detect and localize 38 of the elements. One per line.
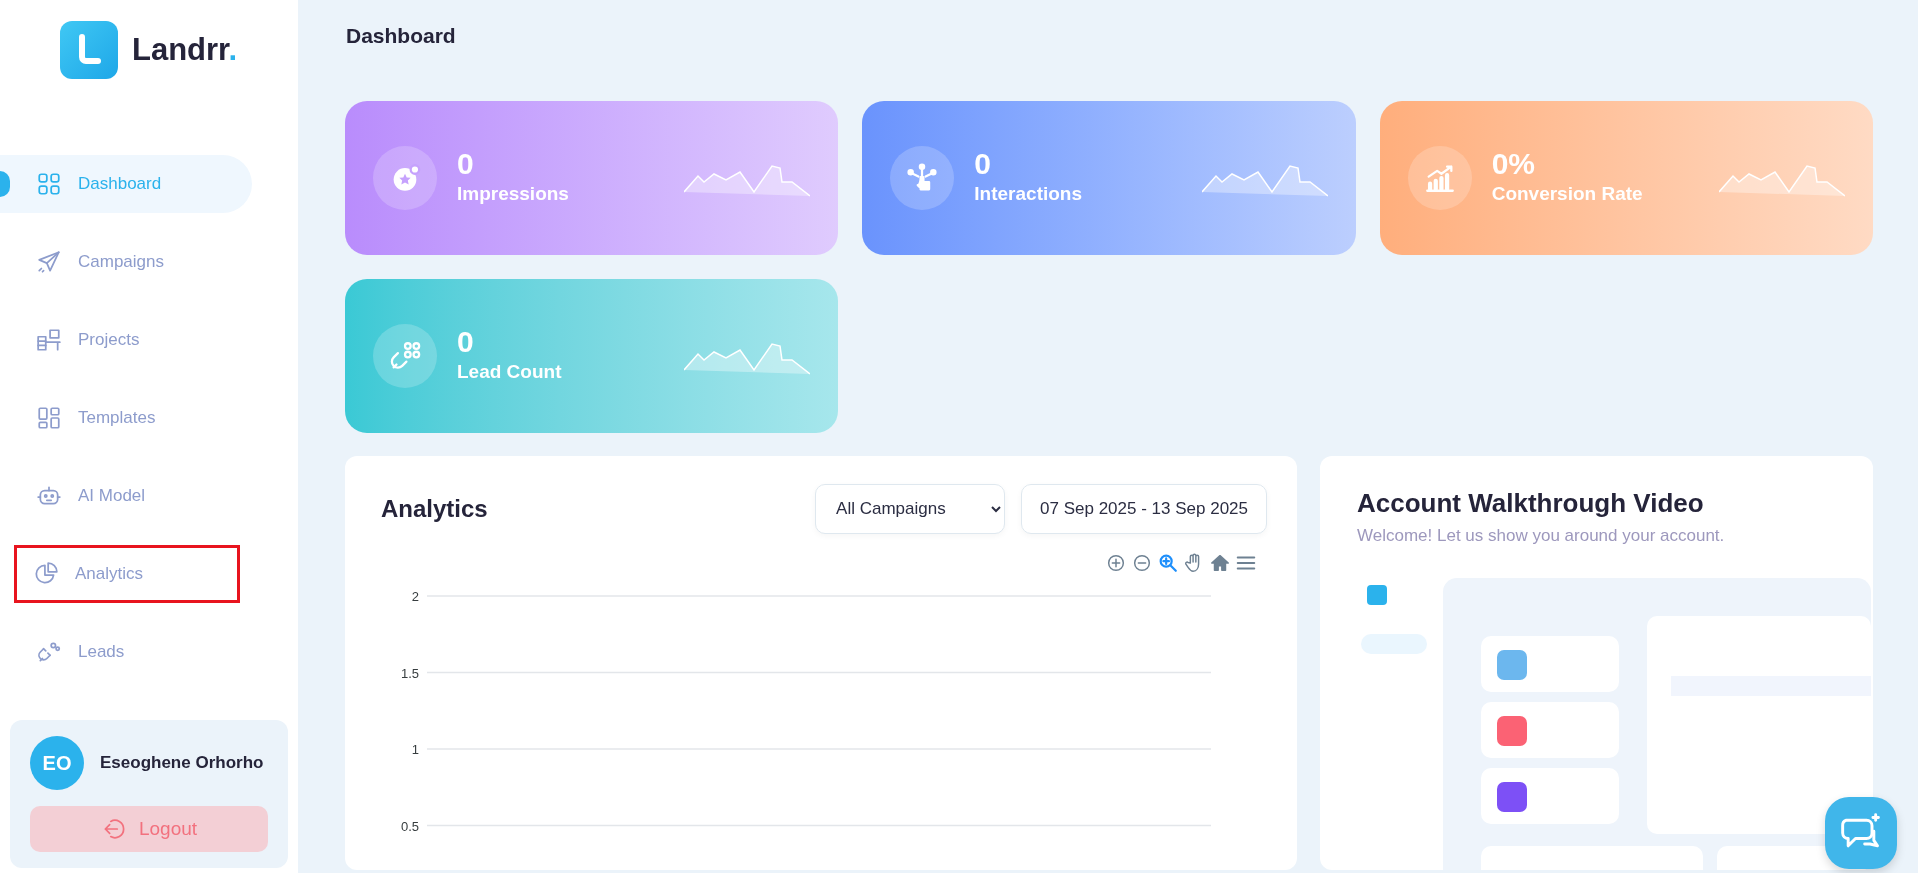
sidebar-item[interactable]: Analytics — [14, 545, 240, 603]
grid-icon — [36, 171, 62, 197]
date-range-field: 07 Sep 2025 - 13 Sep 2025 — [1021, 483, 1267, 534]
layout-icon — [36, 405, 62, 431]
user-name: Eseoghene Orhorho — [100, 752, 264, 775]
brand-name: Landrr. — [132, 30, 238, 69]
card-title: Account Walkthrough Video — [1357, 486, 1705, 520]
card-title: Analytics — [381, 493, 488, 524]
stat-label: Conversion Rate — [1491, 181, 1644, 206]
axis-label: 0.5 — [400, 818, 419, 833]
sidebar-item[interactable]: Templates — [0, 389, 252, 447]
pie-chart-icon — [33, 561, 59, 587]
desk-icon — [36, 327, 62, 353]
stat-value: 0 — [457, 324, 475, 358]
stat-label: Interactions — [974, 181, 1084, 206]
card-subtitle: Welcome! Let us show you around your account. — [1357, 524, 1726, 547]
sidebar-item[interactable]: AI Model — [0, 467, 252, 525]
chat-button[interactable] — [1825, 797, 1897, 869]
campaign-select[interactable]: All Campaigns — [815, 483, 1006, 534]
axis-label: 1 — [411, 741, 419, 757]
magnet-icon — [36, 639, 62, 665]
page-title: Dashboard — [346, 23, 457, 49]
sidebar-item[interactable]: Leads — [0, 623, 252, 681]
avatar: EO — [30, 736, 84, 790]
axis-label: 2 — [411, 588, 419, 604]
sidebar-item[interactable]: Projects — [0, 311, 252, 369]
active-indicator — [0, 171, 10, 197]
paper-plane-icon — [36, 249, 62, 275]
sidebar-item[interactable]: Campaigns — [0, 233, 252, 291]
stat-label: Lead Count — [457, 359, 563, 384]
sidebar-item[interactable]: Dashboard — [0, 155, 252, 213]
stat-value: 0 — [974, 146, 992, 180]
stat-value: 0 — [457, 146, 475, 180]
axis-label: 1.5 — [400, 665, 419, 680]
logo-icon — [60, 21, 118, 79]
logout-button[interactable]: Logout — [30, 806, 268, 852]
stat-label: Impressions — [457, 181, 570, 206]
stat-value: 0% — [1491, 146, 1536, 180]
